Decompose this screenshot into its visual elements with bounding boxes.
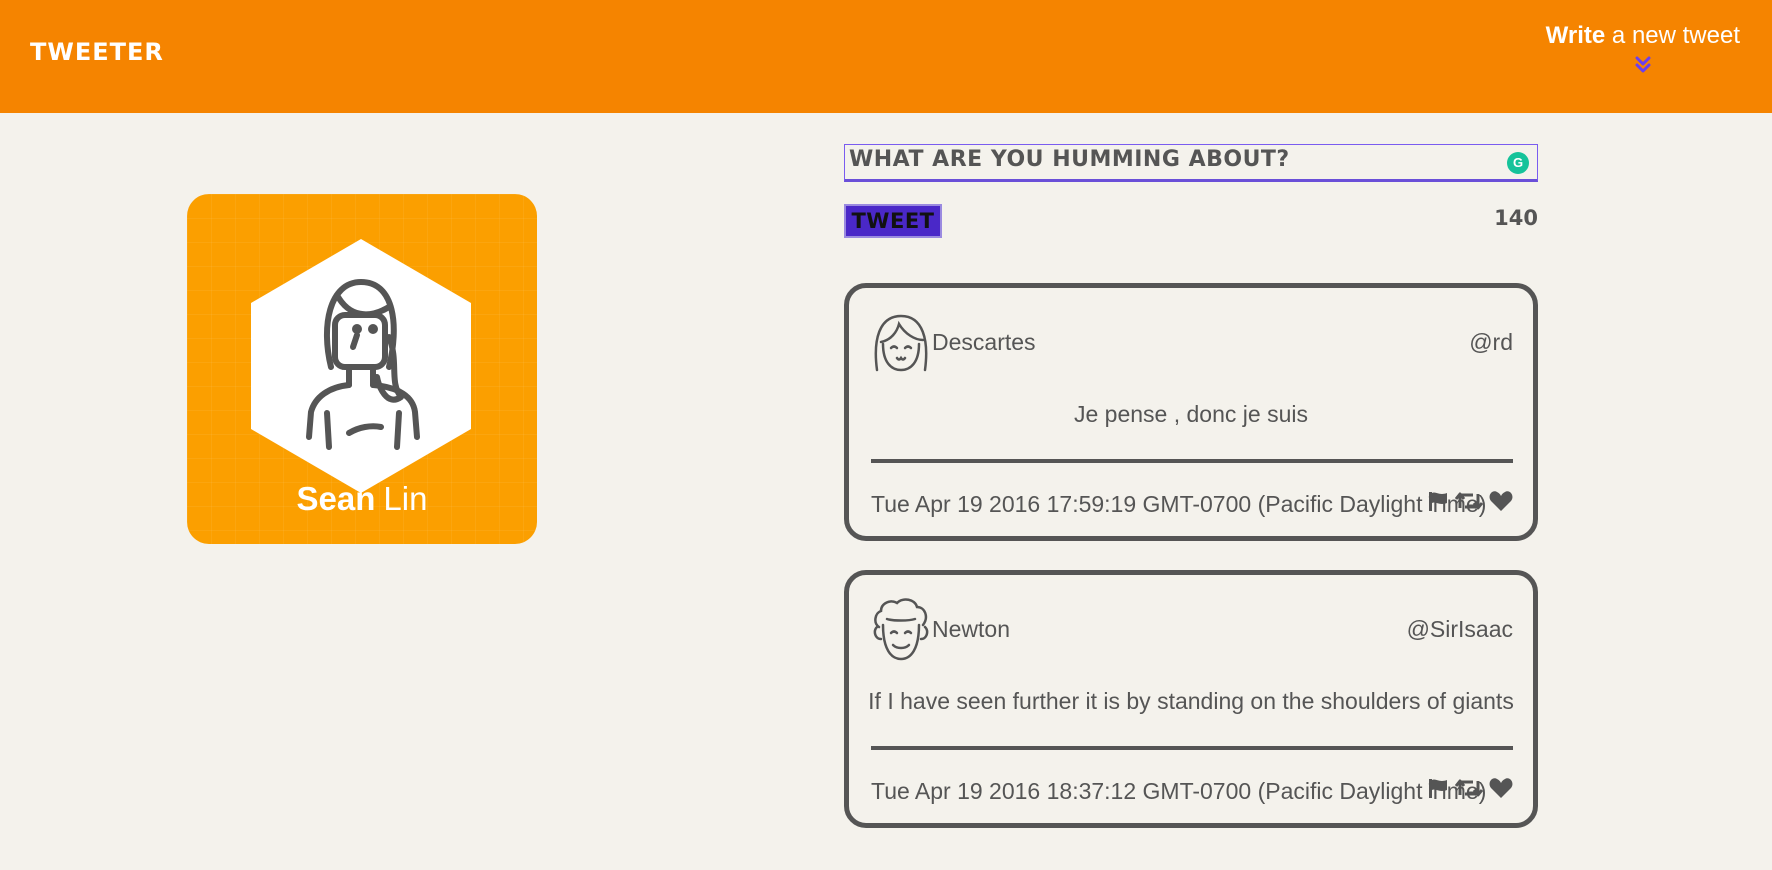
retweet-icon[interactable] xyxy=(1454,777,1484,804)
char-counter: 140 xyxy=(1494,206,1538,230)
tweet-input[interactable] xyxy=(845,145,1537,179)
compose-toggle-label: Write a new tweet xyxy=(1546,22,1740,50)
tweet-author[interactable]: Descartes xyxy=(932,329,1036,356)
tweet-author[interactable]: Newton xyxy=(932,616,1010,643)
chevron-double-down-icon xyxy=(1635,56,1651,73)
top-nav: TWEETER Write a new tweet xyxy=(0,0,1772,113)
retweet-icon[interactable] xyxy=(1454,490,1484,517)
heart-icon[interactable] xyxy=(1489,777,1513,804)
compose-toggle-rest: a new tweet xyxy=(1611,22,1740,49)
tweet-button[interactable]: TWEET xyxy=(844,204,942,238)
profile-last-name: Lin xyxy=(383,480,428,517)
tweet-divider xyxy=(871,746,1513,750)
grammarly-icon[interactable]: G xyxy=(1507,152,1529,174)
compose-toggle-button[interactable]: Write a new tweet xyxy=(1546,22,1740,74)
tweet-timestamp: Tue Apr 19 2016 18:37:12 GMT-0700 (Pacif… xyxy=(871,778,1487,804)
user-avatar xyxy=(251,239,471,493)
brand-logo[interactable]: TWEETER xyxy=(30,38,164,66)
tweet-card: Descartes @rd Je pense , donc je suis Tu… xyxy=(844,283,1538,541)
tweet-actions xyxy=(1427,777,1513,804)
tweet-actions xyxy=(1427,490,1513,517)
newton-avatar-icon xyxy=(873,598,929,661)
profile-card: Sean Lin xyxy=(187,194,537,544)
tweet-handle[interactable]: @SirIsaac xyxy=(1407,616,1513,643)
tweet-timestamp: Tue Apr 19 2016 17:59:19 GMT-0700 (Pacif… xyxy=(871,491,1487,517)
descartes-avatar-icon xyxy=(874,314,928,372)
heart-icon[interactable] xyxy=(1489,490,1513,517)
tweet-input-wrapper: G xyxy=(844,144,1538,182)
flag-icon[interactable] xyxy=(1427,490,1449,517)
tweet-handle[interactable]: @rd xyxy=(1469,329,1513,356)
flag-icon[interactable] xyxy=(1427,777,1449,804)
compose-toggle-strong: Write xyxy=(1545,22,1606,49)
new-tweet-form: G TWEET 140 xyxy=(844,144,1538,238)
tweet-text: Je pense , donc je suis xyxy=(1074,401,1308,427)
tweet-divider xyxy=(871,459,1513,463)
profile-first-name: Sean xyxy=(296,480,376,517)
tweet-text: If I have seen further it is by standing… xyxy=(868,688,1514,714)
profile-name: Sean Lin xyxy=(187,480,537,518)
tweet-card: Newton @SirIsaac If I have seen further … xyxy=(844,570,1538,828)
